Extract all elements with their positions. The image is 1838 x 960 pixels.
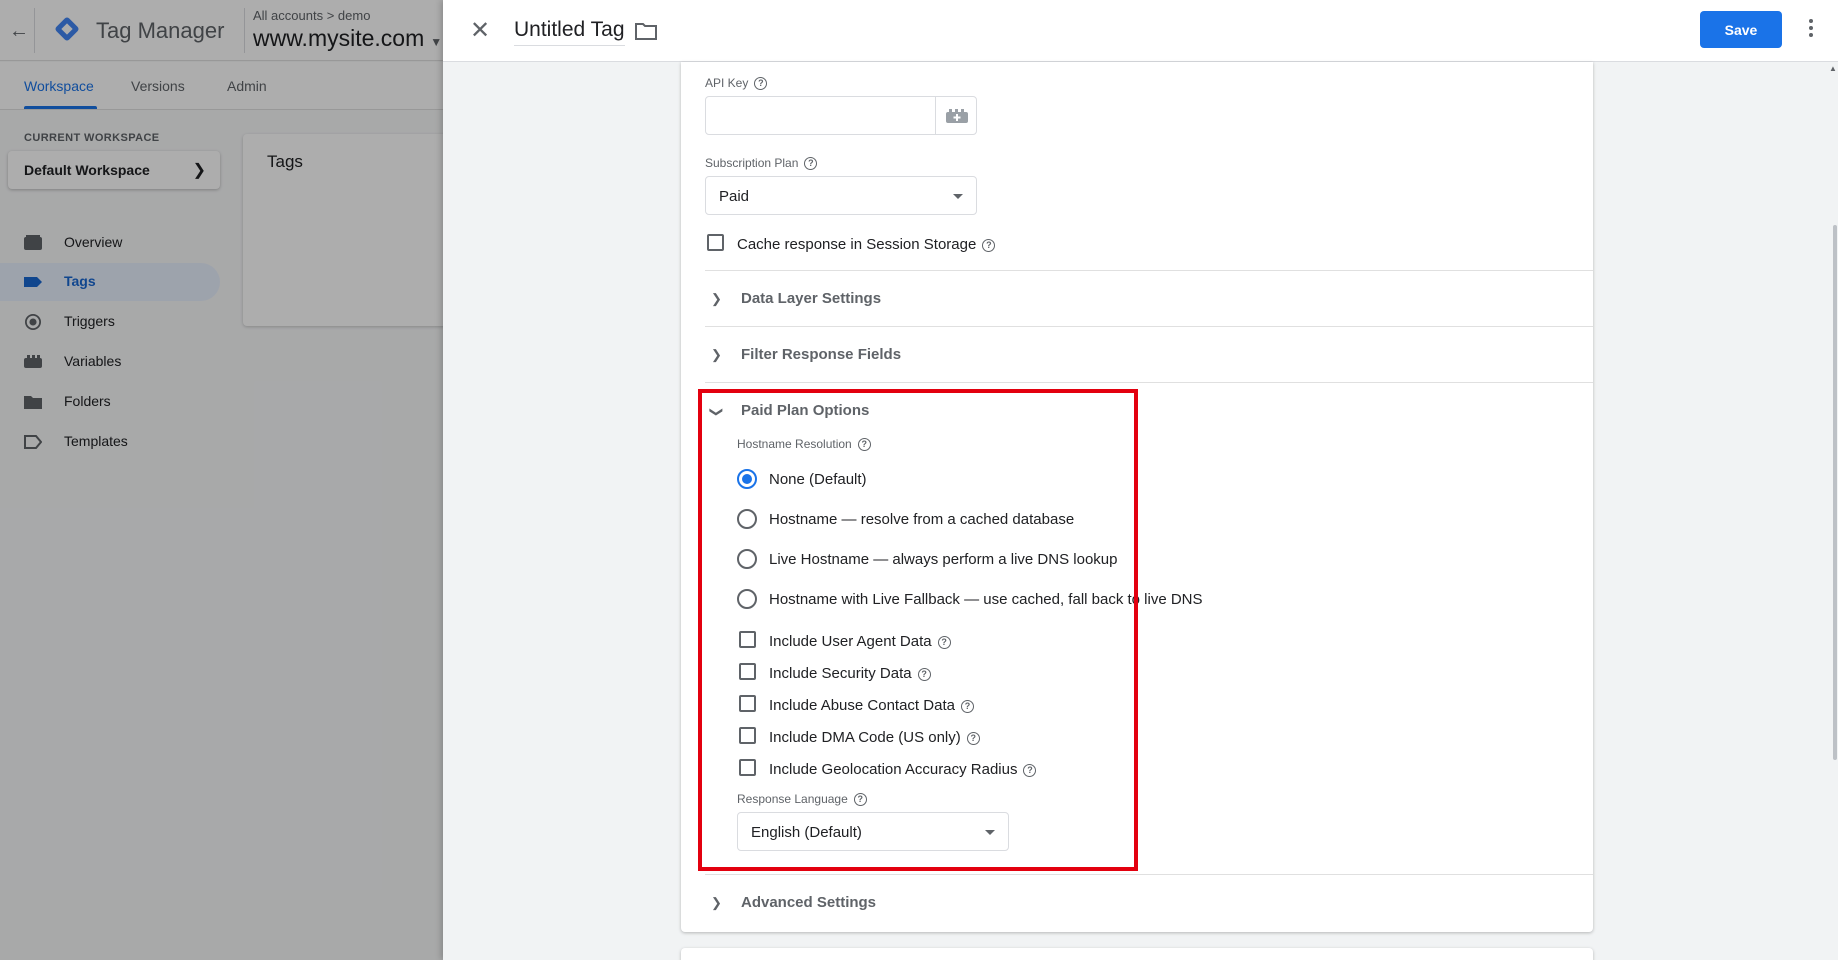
- section-title: Paid Plan Options: [741, 402, 870, 419]
- scrollbar-thumb[interactable]: [1833, 225, 1837, 760]
- help-icon[interactable]: ?: [804, 157, 818, 171]
- more-vert-icon[interactable]: [1805, 16, 1817, 44]
- section-data-layer-settings[interactable]: ❯ Data Layer Settings: [705, 270, 1593, 326]
- checkbox-label: Include Abuse Contact Data?: [769, 697, 974, 714]
- radio-label: Live Hostname — always perform a live DN…: [769, 551, 1118, 568]
- modal-scrim[interactable]: [0, 0, 443, 960]
- subscription-plan-label: Subscription Plan?: [705, 156, 818, 171]
- section-filter-response-fields[interactable]: ❯ Filter Response Fields: [705, 326, 1593, 382]
- checkbox-label: Include Security Data?: [769, 665, 931, 682]
- subscription-plan-select[interactable]: Paid: [705, 176, 977, 215]
- hostname-live-fallback-radio[interactable]: [737, 589, 757, 609]
- save-button[interactable]: Save: [1700, 11, 1782, 48]
- api-key-input[interactable]: [705, 96, 936, 135]
- help-icon[interactable]: ?: [754, 77, 768, 91]
- chevron-right-icon: ❯: [711, 895, 722, 910]
- help-icon[interactable]: ?: [857, 438, 871, 452]
- section-title: Data Layer Settings: [741, 290, 882, 307]
- help-icon[interactable]: ?: [966, 731, 980, 745]
- cache-session-storage-checkbox[interactable]: [707, 234, 724, 251]
- hostname-none-radio[interactable]: [737, 469, 757, 489]
- include-user-agent-checkbox[interactable]: [739, 631, 756, 648]
- radio-label: Hostname with Live Fallback — use cached…: [769, 591, 1203, 608]
- cache-session-storage-label: Cache response in Session Storage?: [737, 236, 996, 253]
- include-security-checkbox[interactable]: [739, 663, 756, 680]
- variable-picker-icon: [946, 109, 968, 123]
- caret-down-icon: [985, 830, 995, 835]
- response-language-label: Response Language?: [737, 792, 867, 807]
- tag-name-field[interactable]: Untitled Tag: [514, 18, 625, 46]
- help-icon[interactable]: ?: [937, 635, 951, 649]
- chevron-down-icon: ❯: [709, 406, 725, 418]
- checkbox-label: Include User Agent Data?: [769, 633, 951, 650]
- include-geolocation-accuracy-checkbox[interactable]: [739, 759, 756, 776]
- radio-label: None (Default): [769, 471, 867, 488]
- radio-label: Hostname — resolve from a cached databas…: [769, 511, 1075, 528]
- help-icon[interactable]: ?: [960, 699, 974, 713]
- hostname-live-radio[interactable]: [737, 549, 757, 569]
- section-title: Filter Response Fields: [741, 346, 902, 363]
- tag-configuration-card: API Key? Subscription Plan? Paid Cache r…: [681, 62, 1593, 932]
- section-advanced-settings[interactable]: ❯ Advanced Settings: [705, 874, 1593, 930]
- panel-header: ✕ Untitled Tag Save: [443, 0, 1838, 62]
- section-paid-plan-options[interactable]: ❯ Paid Plan Options: [705, 382, 1593, 438]
- response-language-value: English (Default): [751, 824, 862, 841]
- help-icon[interactable]: ?: [917, 667, 931, 681]
- checkbox-label: Include Geolocation Accuracy Radius?: [769, 761, 1037, 778]
- chevron-right-icon: ❯: [711, 347, 722, 362]
- include-abuse-contact-checkbox[interactable]: [739, 695, 756, 712]
- response-language-select[interactable]: English (Default): [737, 812, 1009, 851]
- caret-down-icon: [953, 194, 963, 199]
- hostname-cached-radio[interactable]: [737, 509, 757, 529]
- chevron-right-icon: ❯: [711, 291, 722, 306]
- variable-picker-button[interactable]: [935, 96, 977, 135]
- api-key-label: API Key?: [705, 76, 768, 91]
- help-icon[interactable]: ?: [853, 793, 867, 807]
- folder-icon[interactable]: [635, 22, 657, 40]
- tag-editor-panel: ✕ Untitled Tag Save API Key? Subscriptio…: [443, 0, 1838, 960]
- close-icon[interactable]: ✕: [467, 18, 493, 44]
- triggering-card: [681, 948, 1593, 960]
- hostname-resolution-label: Hostname Resolution?: [737, 437, 871, 452]
- section-title: Advanced Settings: [741, 894, 877, 911]
- include-dma-code-checkbox[interactable]: [739, 727, 756, 744]
- help-icon[interactable]: ?: [1023, 763, 1037, 777]
- checkbox-label: Include DMA Code (US only)?: [769, 729, 980, 746]
- subscription-plan-value: Paid: [719, 188, 750, 205]
- help-icon[interactable]: ?: [982, 238, 996, 252]
